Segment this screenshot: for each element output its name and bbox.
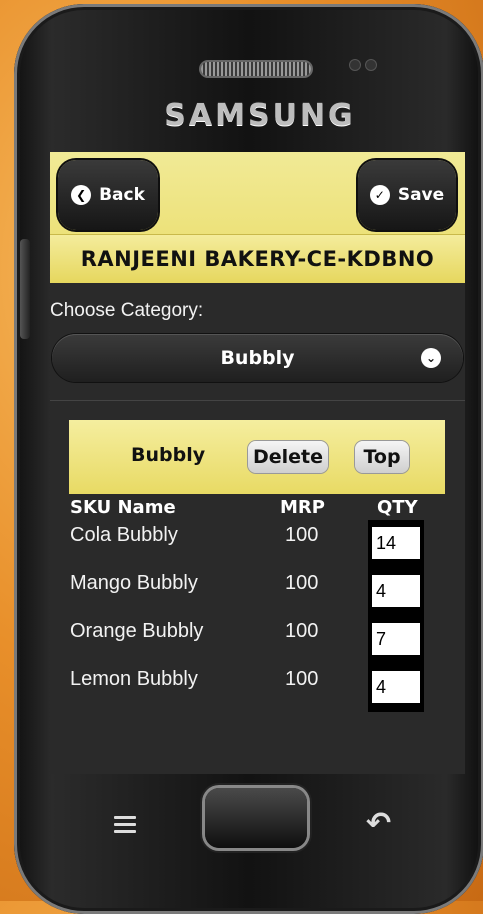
back-button[interactable]: ❮ Back bbox=[58, 160, 158, 230]
qty-input[interactable] bbox=[372, 623, 420, 655]
column-header-mrp: MRP bbox=[280, 497, 325, 518]
return-arrow-icon[interactable]: ↶ bbox=[366, 806, 391, 841]
menu-icon[interactable] bbox=[110, 812, 140, 834]
sku-mrp: 100 bbox=[285, 524, 319, 546]
category-label: Choose Category: bbox=[50, 300, 204, 321]
qty-input[interactable] bbox=[372, 575, 420, 607]
chevron-left-icon: ❮ bbox=[71, 185, 92, 205]
category-selected-value: Bubbly bbox=[220, 347, 295, 369]
top-button[interactable]: Top bbox=[355, 441, 409, 473]
category-select[interactable]: Bubbly ⌄ bbox=[52, 334, 463, 382]
checkmark-icon: ✓ bbox=[369, 185, 390, 205]
divider bbox=[50, 400, 465, 401]
app-header: ❮ Back ✓ Save RANJEENI BAKERY-CE-KDBNO bbox=[50, 152, 465, 283]
app-screen: ❮ Back ✓ Save RANJEENI BAKERY-CE-KDBNO C… bbox=[50, 152, 465, 774]
page-title: RANJEENI BAKERY-CE-KDBNO bbox=[50, 234, 465, 283]
back-button-label: Back bbox=[99, 185, 145, 205]
delete-button[interactable]: Delete bbox=[248, 441, 328, 473]
sku-mrp: 100 bbox=[285, 668, 319, 690]
side-volume-button[interactable] bbox=[20, 239, 30, 339]
sku-mrp: 100 bbox=[285, 572, 319, 594]
qty-input[interactable] bbox=[372, 527, 420, 559]
front-sensor bbox=[366, 60, 376, 70]
group-bar: Bubbly Delete Top bbox=[69, 420, 445, 494]
save-button[interactable]: ✓ Save bbox=[358, 160, 456, 230]
qty-field-wrapper bbox=[368, 668, 424, 706]
front-sensor bbox=[350, 60, 360, 70]
sku-name: Cola Bubbly bbox=[70, 524, 178, 546]
earpiece-speaker bbox=[201, 62, 311, 76]
sku-mrp: 100 bbox=[285, 620, 319, 642]
sku-name: Lemon Bubbly bbox=[70, 668, 198, 690]
device-brand: SAMSUNG bbox=[164, 98, 356, 133]
column-header-qty: QTY bbox=[377, 497, 418, 518]
qty-input[interactable] bbox=[372, 671, 420, 703]
sku-name: Mango Bubbly bbox=[70, 572, 198, 594]
sku-name: Orange Bubbly bbox=[70, 620, 204, 642]
home-button[interactable] bbox=[205, 788, 307, 848]
group-label: Bubbly bbox=[131, 444, 206, 466]
qty-field-wrapper bbox=[368, 524, 424, 562]
save-button-label: Save bbox=[397, 185, 445, 205]
column-header-sku: SKU Name bbox=[70, 497, 176, 518]
qty-field-wrapper bbox=[368, 572, 424, 610]
chevron-down-icon: ⌄ bbox=[421, 348, 441, 368]
qty-field-wrapper bbox=[368, 620, 424, 658]
